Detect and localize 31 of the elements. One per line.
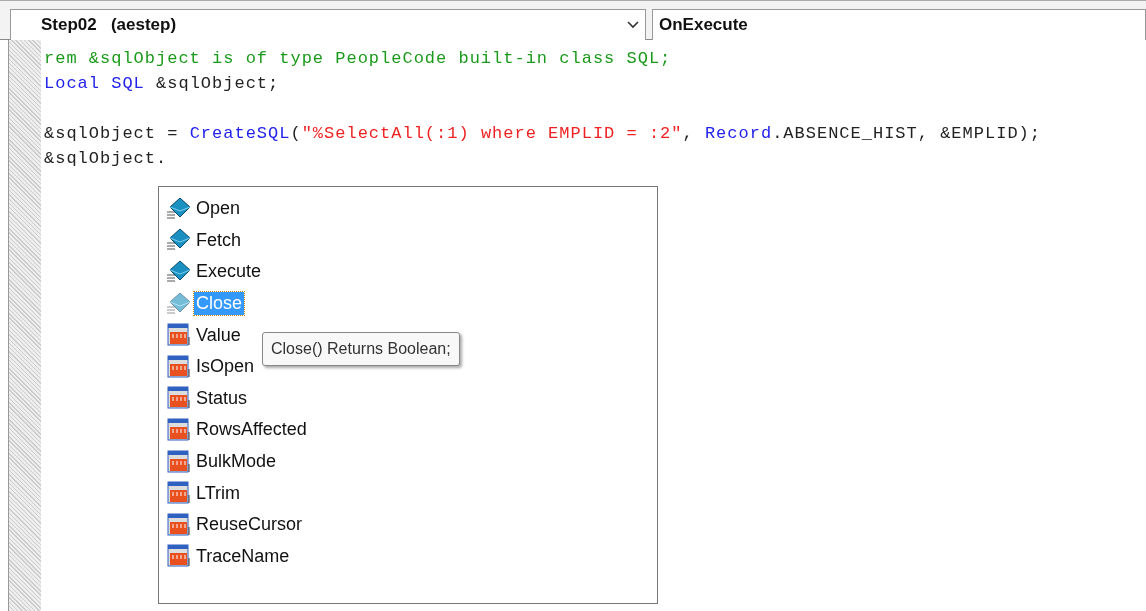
- table-icon: [166, 386, 192, 411]
- autocomplete-item[interactable]: ReuseCursor: [194, 513, 305, 537]
- cube-icon: [166, 196, 192, 221]
- code-line: Local SQL &sqlObject;: [44, 73, 281, 95]
- autocomplete-item[interactable]: LTrim: [194, 481, 242, 505]
- autocomplete-item[interactable]: Status: [194, 386, 250, 410]
- autocomplete-item[interactable]: RowsAffected: [194, 418, 309, 442]
- autocomplete-item[interactable]: BulkMode: [194, 450, 279, 474]
- cube-icon: [166, 260, 192, 284]
- autocomplete-item[interactable]: Open: [194, 197, 243, 221]
- tooltip: Close() Returns Boolean;: [262, 332, 460, 366]
- cube-icon: [166, 228, 192, 253]
- table-icon: [166, 449, 192, 474]
- event-dropdown[interactable]: OnExecute: [652, 9, 1146, 40]
- autocomplete-item[interactable]: TraceName: [194, 544, 292, 568]
- autocomplete-item[interactable]: Fetch: [194, 228, 244, 252]
- table-icon: [166, 481, 192, 506]
- autocomplete-item[interactable]: IsOpen: [194, 355, 257, 379]
- object-dropdown[interactable]: Step02 (aestep): [10, 9, 646, 40]
- table-icon: [166, 417, 192, 442]
- table-icon: [166, 323, 192, 348]
- autocomplete-item[interactable]: Value: [194, 323, 243, 347]
- table-icon: [166, 544, 192, 569]
- code-line: &sqlObject = CreateSQL("%SelectAll(:1) where EMPLID = :2", Record.ABSENCE_HIST, &EMPLID);: [44, 123, 1041, 145]
- table-icon: [166, 354, 192, 379]
- autocomplete-item[interactable]: Execute: [194, 260, 264, 284]
- code-line: rem &sqlObject is of type PeopleCode built-in class SQL;: [44, 48, 673, 70]
- chevron-down-icon: [627, 21, 639, 29]
- cube-icon: [166, 291, 192, 316]
- code-line: &sqlObject.: [44, 148, 169, 170]
- table-icon: [166, 512, 192, 537]
